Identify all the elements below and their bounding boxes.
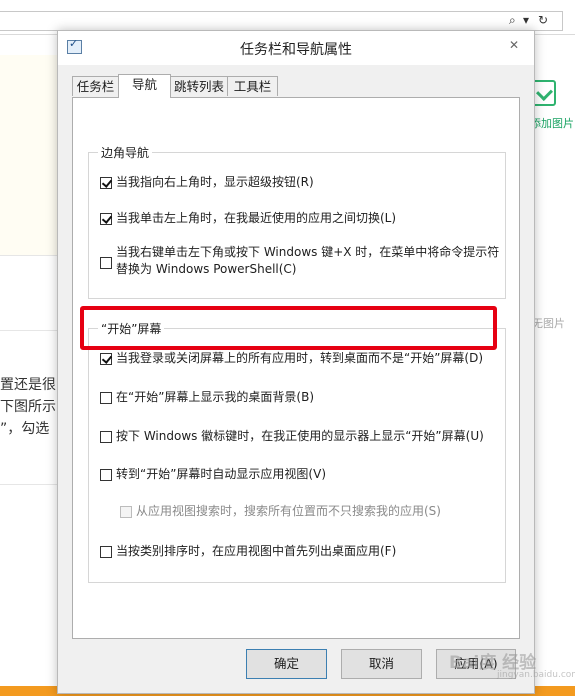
checkbox-search-everywhere[interactable]	[120, 506, 132, 518]
tab-jump-lists[interactable]: 跳转列表	[170, 76, 228, 96]
option-label[interactable]: 当我单击左上角时，在我最近使用的应用之间切换(L)	[116, 210, 396, 227]
checkbox-start-on-current-display[interactable]	[100, 431, 112, 443]
tab-navigation[interactable]: 导航	[118, 74, 171, 98]
address-bar[interactable]: ⌕ ▾ ↻	[0, 11, 563, 31]
option-label[interactable]: 当我指向右上角时，显示超级按钮(R)	[116, 174, 314, 191]
divider	[0, 484, 60, 485]
checkbox-desktop-background[interactable]	[100, 392, 112, 404]
add-image-label[interactable]: 添加图片	[530, 115, 574, 131]
checkbox-show-apps-view[interactable]	[100, 469, 112, 481]
option-label[interactable]: 在“开始”屏幕上显示我的桌面背景(B)	[116, 389, 314, 406]
title-bar[interactable]: 任务栏和导航属性 ✕	[58, 31, 534, 65]
checkbox-show-charms[interactable]	[100, 177, 112, 189]
search-icon[interactable]: ⌕	[509, 13, 516, 28]
checkbox-go-to-desktop[interactable]	[100, 353, 112, 365]
option-label: 从应用视图搜索时，搜索所有位置而不只搜索我的应用(S)	[136, 504, 441, 518]
option-label[interactable]: 转到“开始”屏幕时自动显示应用视图(V)	[116, 466, 326, 483]
cancel-button[interactable]: 取消	[341, 649, 422, 679]
background-text-line: 置还是很	[0, 377, 56, 393]
option-label[interactable]: 当按类别排序时，在应用视图中首先列出桌面应用(F)	[116, 543, 396, 560]
taskbar-navigation-properties-dialog: 任务栏和导航属性 ✕ 任务栏 导航 跳转列表 工具栏 边角导航 当我指向右上角时…	[57, 30, 535, 694]
checkbox-list-desktop-apps-first[interactable]	[100, 546, 112, 558]
chevron-down-icon[interactable]: ▾	[523, 13, 529, 27]
watermark: Bai度 经验 jingyan.baidu.com	[449, 648, 575, 680]
divider	[0, 330, 60, 331]
option-label[interactable]: 替换为 Windows PowerShell(C)	[116, 261, 297, 278]
background-panel	[0, 55, 60, 255]
refresh-icon[interactable]: ↻	[538, 13, 548, 27]
checkbox-switch-recent-apps[interactable]	[100, 213, 112, 225]
checkbox-powershell[interactable]	[100, 257, 112, 269]
tab-taskbar[interactable]: 任务栏	[72, 76, 119, 96]
option-label[interactable]: 当我登录或关闭屏幕上的所有应用时，转到桌面而不是“开始”屏幕(D)	[116, 350, 483, 367]
dialog-title: 任务栏和导航属性	[240, 42, 352, 58]
tab-toolbars[interactable]: 工具栏	[227, 76, 278, 96]
no-image-label: 无图片	[532, 317, 565, 330]
group-title: 边角导航	[98, 144, 153, 161]
option-label[interactable]: 当我右键单击左下角或按下 Windows 键+X 时，在菜单中将命令提示符	[116, 244, 499, 261]
navigation-tab-panel: 边角导航 当我指向右上角时，显示超级按钮(R) 当我单击左上角时，在我最近使用的…	[72, 97, 520, 639]
background-text-line: ”，勾选	[0, 421, 50, 437]
close-button[interactable]: ✕	[502, 36, 526, 54]
divider	[0, 255, 60, 256]
highlight-annotation	[80, 306, 497, 350]
watermark-subtext: jingyan.baidu.com	[497, 670, 575, 680]
background-text-line: 下图所示	[0, 399, 56, 415]
ok-button[interactable]: 确定	[246, 649, 327, 679]
option-label[interactable]: 按下 Windows 徽标键时，在我正使用的显示器上显示“开始”屏幕(U)	[116, 428, 484, 445]
